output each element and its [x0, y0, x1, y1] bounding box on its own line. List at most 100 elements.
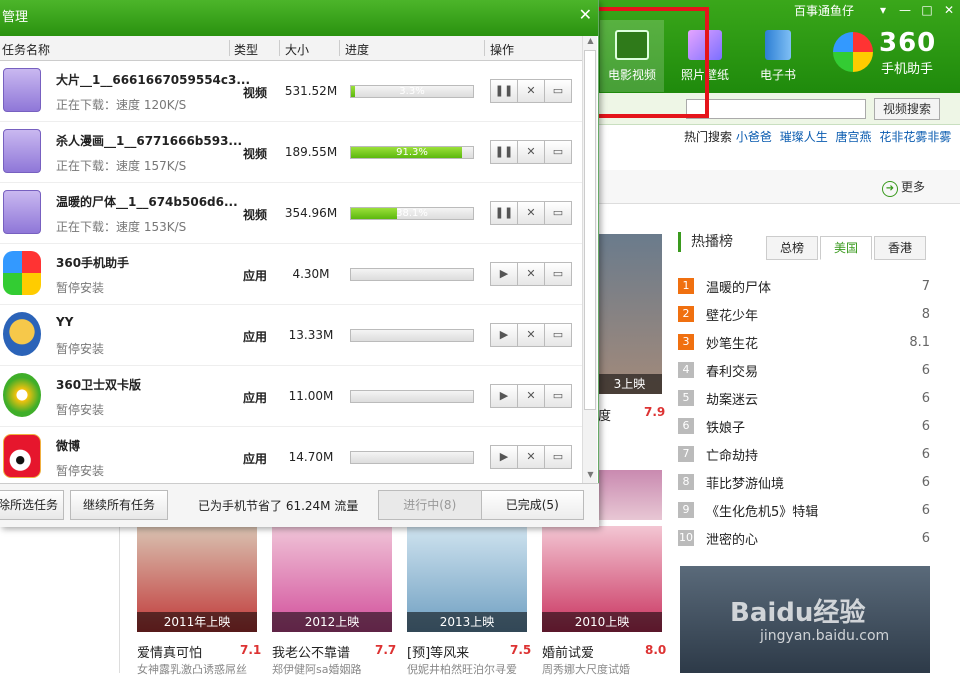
open-folder-button[interactable]: ▭ — [544, 140, 572, 164]
task-table-header: 任务名称 类型 大小 进度 操作 — [0, 36, 582, 61]
rank-number: 8 — [678, 474, 694, 490]
hot-search-link[interactable]: 璀璨人生 — [780, 130, 828, 144]
task-size: 531.52M — [284, 84, 338, 98]
ranking-tab-us[interactable]: 美国 — [820, 236, 872, 260]
rank-score: 6 — [921, 446, 930, 462]
task-list-scrollbar[interactable]: ▲ ▼ — [582, 36, 597, 483]
poster[interactable]: 2013上映 — [407, 526, 527, 632]
arrow-right-icon: ➜ — [882, 181, 898, 197]
video-search-button[interactable]: 视频搜索 — [874, 98, 940, 120]
poster-title[interactable]: 度 — [598, 405, 611, 424]
pause-button[interactable]: ❚❚ — [490, 79, 518, 103]
ranking-item[interactable]: 5 劫案迷云 6 — [678, 384, 930, 412]
poster-title[interactable]: 婚前试爱 — [542, 642, 594, 661]
ranking-item[interactable]: 10 泄密的心 6 — [678, 524, 930, 552]
task-status: 暂停安装 — [56, 403, 105, 417]
poster[interactable]: 2012上映 — [272, 526, 392, 632]
open-folder-button[interactable]: ▭ — [544, 262, 572, 286]
hot-search-label: 热门搜索 — [684, 130, 733, 144]
search-input[interactable] — [686, 99, 866, 119]
task-row[interactable]: 大片__1__6661667059554c3... 正在下载：速度 120K/S 视… — [0, 61, 582, 122]
data-saved-text: 已为手机节省了 61.24M 流量 — [198, 499, 359, 513]
close-window-button[interactable]: ✕ — [938, 3, 960, 17]
minimize-button[interactable]: — — [894, 3, 916, 17]
delete-task-button[interactable]: ✕ — [517, 201, 545, 225]
open-folder-button[interactable]: ▭ — [544, 201, 572, 225]
tab-ebooks[interactable]: 电子书 — [746, 20, 810, 92]
poster[interactable]: 2011年上映 — [137, 526, 257, 632]
poster-score: 7.5 — [510, 643, 532, 657]
delete-task-button[interactable]: ✕ — [517, 262, 545, 286]
hot-search-link[interactable]: 唐宫燕 — [836, 130, 872, 144]
scroll-up-icon[interactable]: ▲ — [583, 36, 598, 49]
resume-button[interactable]: ▶ — [490, 384, 518, 408]
poster-score: 8.0 — [645, 643, 667, 657]
hot-search-link[interactable]: 小爸爸 — [736, 130, 772, 144]
dialog-close-button[interactable]: ✕ — [579, 0, 592, 33]
ranking-item[interactable]: 7 亡命劫持 6 — [678, 440, 930, 468]
ranking-item[interactable]: 8 菲比梦游仙境 6 — [678, 468, 930, 496]
resume-button[interactable]: ▶ — [490, 262, 518, 286]
delete-task-button[interactable]: ✕ — [517, 79, 545, 103]
menu-dropdown-icon[interactable]: ▾ — [872, 3, 894, 17]
poster-top[interactable]: 3上映 — [597, 234, 662, 394]
delete-task-button[interactable]: ✕ — [517, 140, 545, 164]
poster[interactable]: 2010上映 — [542, 526, 662, 632]
ranking-item[interactable]: 1 温暖的尸体 7 — [678, 272, 930, 300]
poster-title[interactable]: [预]等风来 — [407, 642, 469, 661]
task-name: 360卫士双卡版 — [56, 378, 142, 392]
scroll-thumb[interactable] — [584, 50, 596, 410]
open-folder-button[interactable]: ▭ — [544, 445, 572, 469]
resume-all-button[interactable]: 继续所有任务 — [70, 490, 168, 520]
poster-desc: 郑伊健阿sa婚姻路 — [272, 663, 362, 676]
task-row[interactable]: 360手机助手 暂停安装 应用 4.30M ▶ ✕ ▭ — [0, 244, 582, 305]
ranking-title: 热播榜 — [678, 232, 733, 252]
ranking-item[interactable]: 6 铁娘子 6 — [678, 412, 930, 440]
open-folder-button[interactable]: ▭ — [544, 323, 572, 347]
app-360-guard-icon — [3, 373, 41, 417]
video-file-icon — [3, 68, 41, 112]
delete-task-button[interactable]: ✕ — [517, 323, 545, 347]
delete-task-button[interactable]: ✕ — [517, 384, 545, 408]
maximize-button[interactable]: □ — [916, 3, 938, 17]
task-row[interactable]: 微博 暂停安装 应用 14.70M ▶ ✕ ▭ — [0, 427, 582, 488]
task-row[interactable]: 温暖的尸体__1__674b506d6... 正在下载：速度 153K/S 视频 35… — [0, 183, 582, 244]
task-row[interactable]: YY 暂停安装 应用 13.33M ▶ ✕ ▭ — [0, 305, 582, 366]
resume-button[interactable]: ▶ — [490, 323, 518, 347]
col-actions: 操作 — [490, 43, 515, 57]
open-folder-button[interactable]: ▭ — [544, 79, 572, 103]
poster-title[interactable]: 我老公不靠谱 — [272, 642, 350, 661]
delete-selected-button[interactable]: 除所选任务 — [0, 490, 64, 520]
rank-score: 7 — [921, 278, 930, 294]
rank-number: 9 — [678, 502, 694, 518]
account-name[interactable]: 百事通鱼仔 — [794, 2, 854, 19]
video-file-icon — [3, 129, 41, 173]
resume-button[interactable]: ▶ — [490, 445, 518, 469]
ranking-tab-all[interactable]: 总榜 — [766, 236, 818, 260]
task-size: 11.00M — [288, 389, 334, 403]
task-row[interactable]: 360卫士双卡版 暂停安装 应用 11.00M ▶ ✕ ▭ — [0, 366, 582, 427]
poster-score: 7.7 — [375, 643, 397, 657]
poster-title[interactable]: 爱情真可怕 — [137, 642, 202, 661]
poster-score: 7.1 — [240, 643, 262, 657]
ranking-item[interactable]: 9 《生化危机5》特辑 6 — [678, 496, 930, 524]
rank-title: 泄密的心 — [706, 532, 759, 548]
more-link[interactable]: ➜ 更多 — [882, 178, 925, 197]
rank-title: 壁花少年 — [706, 308, 759, 324]
task-status: 暂停安装 — [56, 281, 105, 295]
pause-button[interactable]: ❚❚ — [490, 140, 518, 164]
tab-running[interactable]: 进行中(8) — [379, 491, 482, 519]
open-folder-button[interactable]: ▭ — [544, 384, 572, 408]
rank-score: 6 — [921, 390, 930, 406]
pause-button[interactable]: ❚❚ — [490, 201, 518, 225]
ranking-item[interactable]: 2 壁花少年 8 — [678, 300, 930, 328]
hot-search-link[interactable]: 花非花雾非雾 — [879, 130, 951, 144]
scroll-down-icon[interactable]: ▼ — [583, 470, 598, 483]
ranking-tab-hk[interactable]: 香港 — [874, 236, 926, 260]
tab-completed[interactable]: 已完成(5) — [481, 491, 583, 519]
progress-bar: 38.1% — [350, 207, 474, 220]
ranking-item[interactable]: 4 春利交易 6 — [678, 356, 930, 384]
delete-task-button[interactable]: ✕ — [517, 445, 545, 469]
task-row[interactable]: 杀人漫画__1__6771666b593... 正在下载：速度 157K/S 视频 1… — [0, 122, 582, 183]
ranking-item[interactable]: 3 妙笔生花 8.1 — [678, 328, 930, 356]
